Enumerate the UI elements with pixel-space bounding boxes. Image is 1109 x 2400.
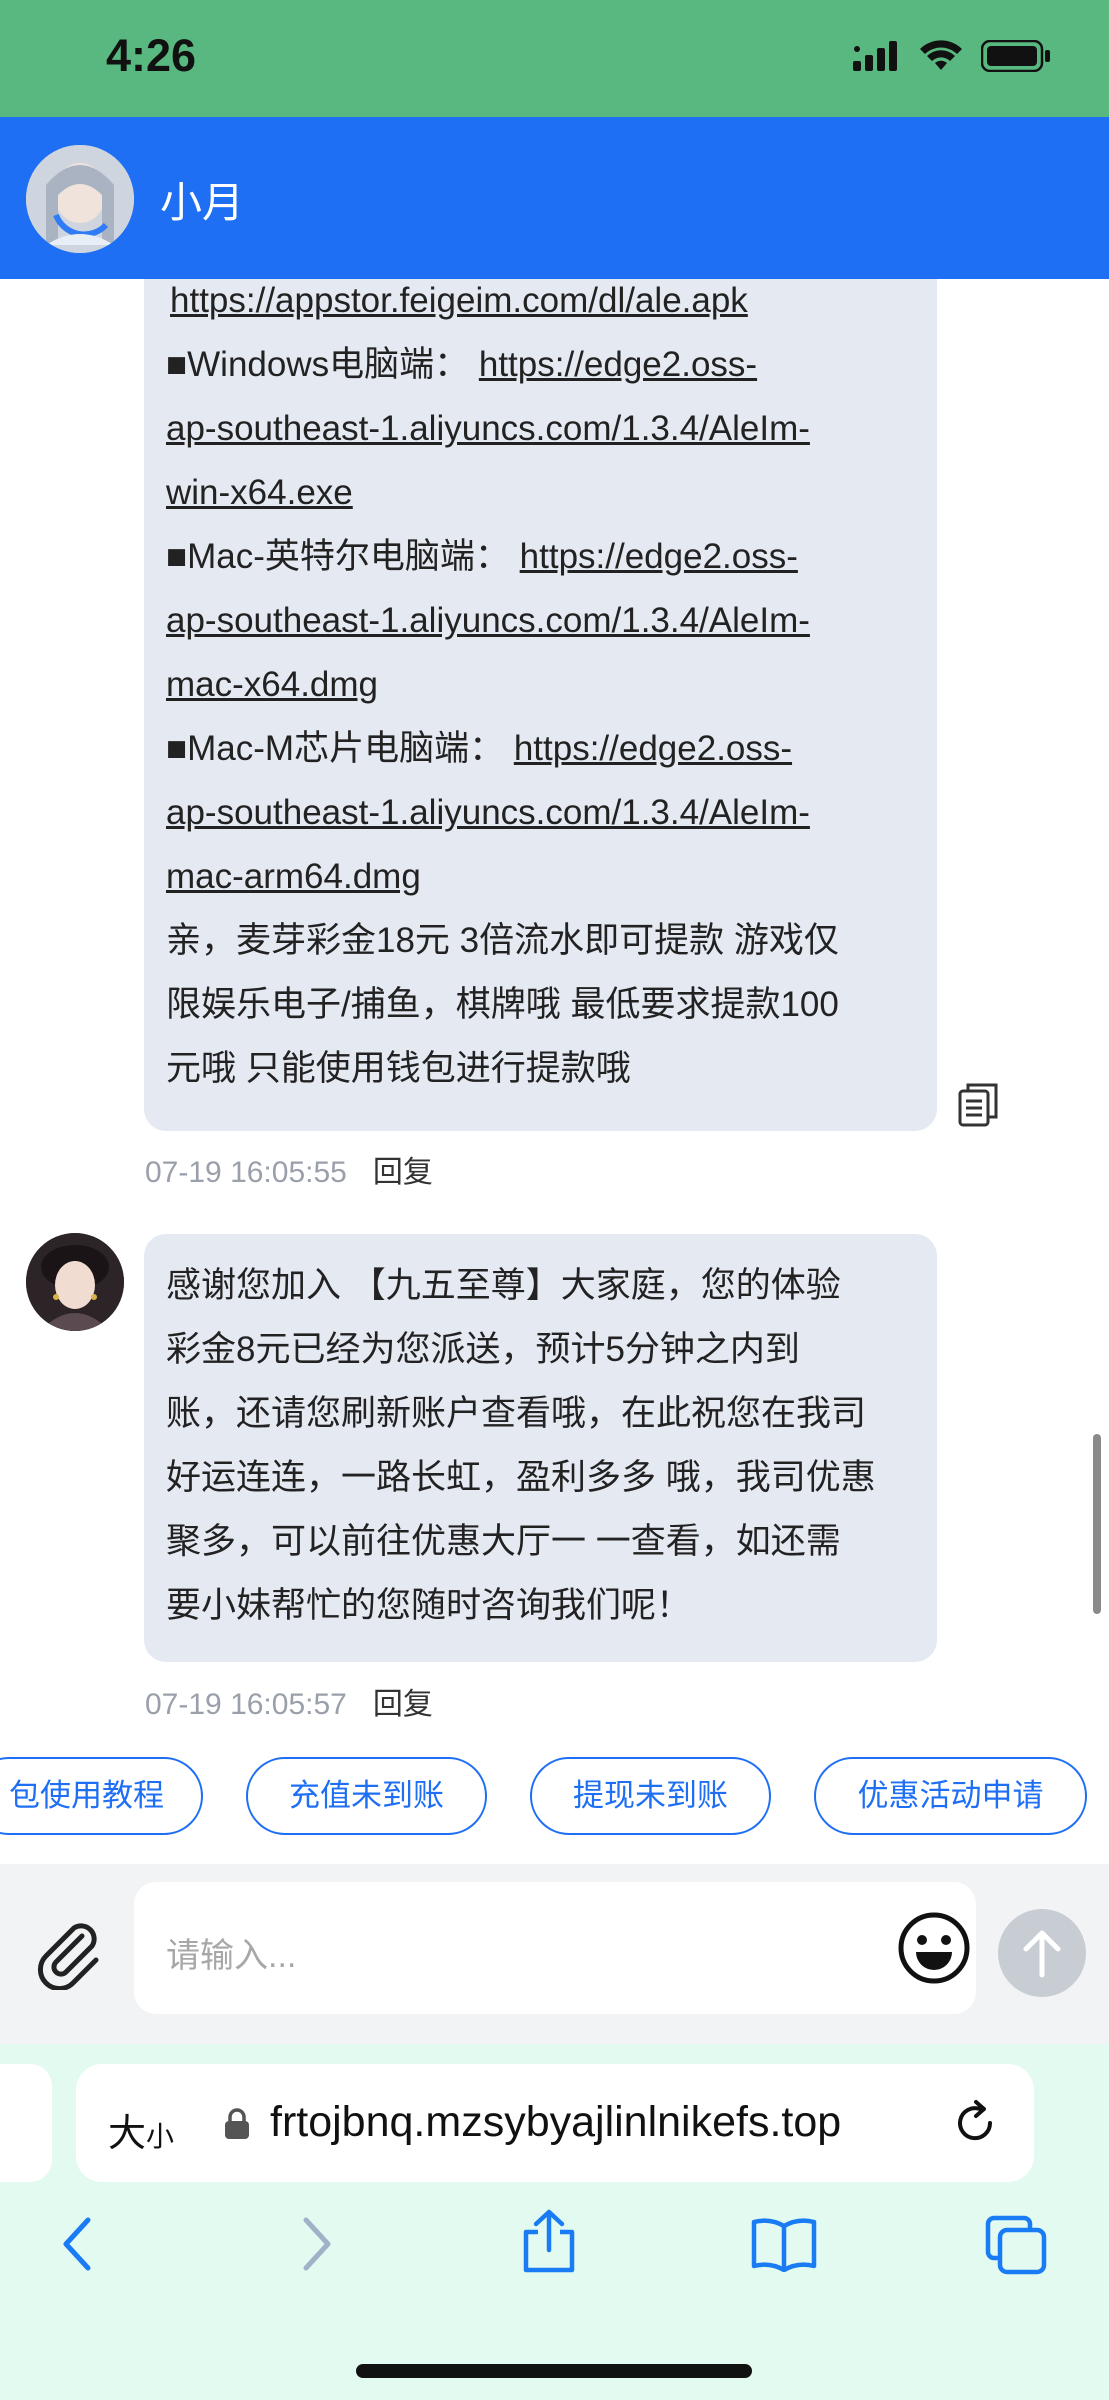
send-button[interactable]: [998, 1909, 1086, 1997]
message-time: 07-19 16:05:57: [145, 1688, 347, 1721]
message-line: 亲，麦芽彩金18元 3倍流水即可提款 游戏仅: [166, 921, 839, 960]
message-line: 好运连连，一路长虹，盈利多多 哦，我司优惠: [166, 1458, 876, 1497]
message-line: ■Windows电脑端： https://edge2.oss-: [166, 345, 758, 384]
download-link[interactable]: mac-arm64.dmg: [166, 857, 421, 896]
paperclip-icon[interactable]: [30, 1914, 106, 1995]
browser-toolbar: 大小 frtojbnq.mzsybyajlinlnikefs.top: [0, 2044, 1109, 2400]
status-time: 4:26: [106, 30, 197, 81]
message-time: 07-19 16:05:55: [145, 1156, 347, 1189]
message-line: 限娱乐电子/捕鱼，棋牌哦 最低要求提款100: [166, 985, 839, 1024]
message-input-placeholder: 请输入...: [166, 1937, 297, 1975]
chat-scrollbar[interactable]: [1093, 1434, 1101, 1614]
message-input[interactable]: 请输入...: [134, 1882, 976, 2014]
share-icon[interactable]: [520, 2208, 578, 2279]
message-line: ap-southeast-1.aliyuncs.com/1.3.4/AleIm-: [166, 589, 915, 653]
quick-reply-withdraw-missing[interactable]: 提现未到账: [530, 1757, 771, 1835]
bookmarks-icon[interactable]: [750, 2216, 818, 2277]
status-bar: 4:26: [0, 0, 1109, 117]
message-line: https://appstor.feigeim.com/dl/ale.apk: [166, 279, 915, 333]
message-line: 要小妹帮忙的您随时咨询我们呢！: [166, 1586, 692, 1625]
download-link[interactable]: https://appstor.feigeim.com/dl/ale.apk: [170, 281, 748, 320]
message-line: 彩金8元已经为您派送，预计5分钟之内到: [166, 1330, 800, 1369]
message-line: 元哦 只能使用钱包进行提款哦: [166, 1049, 631, 1088]
page-settings-button[interactable]: 大小: [108, 2102, 174, 2157]
agent-avatar[interactable]: [26, 145, 134, 253]
home-indicator[interactable]: [356, 2364, 752, 2378]
chat-messages[interactable]: https://appstor.feigeim.com/dl/ale.apk ■…: [0, 279, 1109, 1730]
download-link[interactable]: ap-southeast-1.aliyuncs.com/1.3.4/AleIm-: [166, 409, 810, 448]
message-meta: 07-19 16:05:57 回复: [145, 1679, 433, 1723]
download-link[interactable]: https://edge2.oss-: [520, 537, 798, 576]
chat-header: 小月: [0, 117, 1109, 279]
status-icons: [853, 40, 1051, 72]
message-line: ap-southeast-1.aliyuncs.com/1.3.4/AleIm-: [166, 781, 915, 845]
tabs-icon[interactable]: [984, 2214, 1048, 2281]
forward-icon[interactable]: [296, 2214, 336, 2279]
signal-icon: [853, 41, 897, 71]
download-link[interactable]: https://edge2.oss-: [514, 729, 792, 768]
download-link[interactable]: https://edge2.oss-: [479, 345, 757, 384]
reload-icon[interactable]: [950, 2098, 1000, 2153]
previous-tab-preview[interactable]: [0, 2064, 52, 2182]
agent-name: 小月: [160, 179, 245, 226]
message-line: ■Mac-M芯片电脑端： https://edge2.oss-: [166, 729, 793, 768]
download-link[interactable]: win-x64.exe: [166, 473, 353, 512]
message-line: 聚多，可以前往优惠大厅一 一查看，如还需: [166, 1522, 841, 1561]
message-bubble: 感谢您加入 【九五至尊】大家庭，您的体验 彩金8元已经为您派送，预计5分钟之内到…: [144, 1234, 937, 1662]
message-line: mac-arm64.dmg: [166, 845, 915, 909]
message-line: ap-southeast-1.aliyuncs.com/1.3.4/AleIm-: [166, 397, 915, 461]
quick-reply-deposit-missing[interactable]: 充值未到账: [246, 1757, 487, 1835]
reply-button[interactable]: 回复: [373, 1688, 433, 1721]
message-bubble: https://appstor.feigeim.com/dl/ale.apk ■…: [144, 279, 937, 1131]
message-line: ■Mac-英特尔电脑端： https://edge2.oss-: [166, 537, 798, 576]
lock-icon: [224, 2108, 250, 2145]
battery-icon: [981, 40, 1050, 72]
quick-reply-wallet-tutorial[interactable]: 包使用教程: [0, 1757, 203, 1835]
download-link[interactable]: mac-x64.dmg: [166, 665, 378, 704]
quick-replies: 包使用教程 充值未到账 提现未到账 优惠活动申请: [0, 1730, 1109, 1864]
message-line: 账，还请您刷新账户查看哦，在此祝您在我司: [166, 1394, 867, 1433]
quick-reply-promotion-apply[interactable]: 优惠活动申请: [814, 1757, 1087, 1835]
message-line: win-x64.exe: [166, 461, 915, 525]
wifi-icon: [920, 40, 962, 70]
copy-icon[interactable]: [958, 1083, 998, 1132]
download-link[interactable]: ap-southeast-1.aliyuncs.com/1.3.4/AleIm-: [166, 601, 810, 640]
agent-avatar[interactable]: [26, 1233, 124, 1331]
address-bar[interactable]: 大小 frtojbnq.mzsybyajlinlnikefs.top: [76, 2064, 1034, 2182]
message-meta: 07-19 16:05:55 回复: [145, 1147, 433, 1191]
url-text: frtojbnq.mzsybyajlinlnikefs.top: [270, 2098, 842, 2146]
arrow-up-icon: [1023, 1930, 1061, 1978]
download-link[interactable]: ap-southeast-1.aliyuncs.com/1.3.4/AleIm-: [166, 793, 810, 832]
message-line: mac-x64.dmg: [166, 653, 915, 717]
message-line: 感谢您加入 【九五至尊】大家庭，您的体验: [166, 1266, 841, 1305]
back-icon[interactable]: [58, 2214, 98, 2279]
message-composer: 请输入...: [0, 1864, 1109, 2044]
reply-button[interactable]: 回复: [373, 1156, 433, 1189]
emoji-icon[interactable]: [896, 1910, 972, 1991]
